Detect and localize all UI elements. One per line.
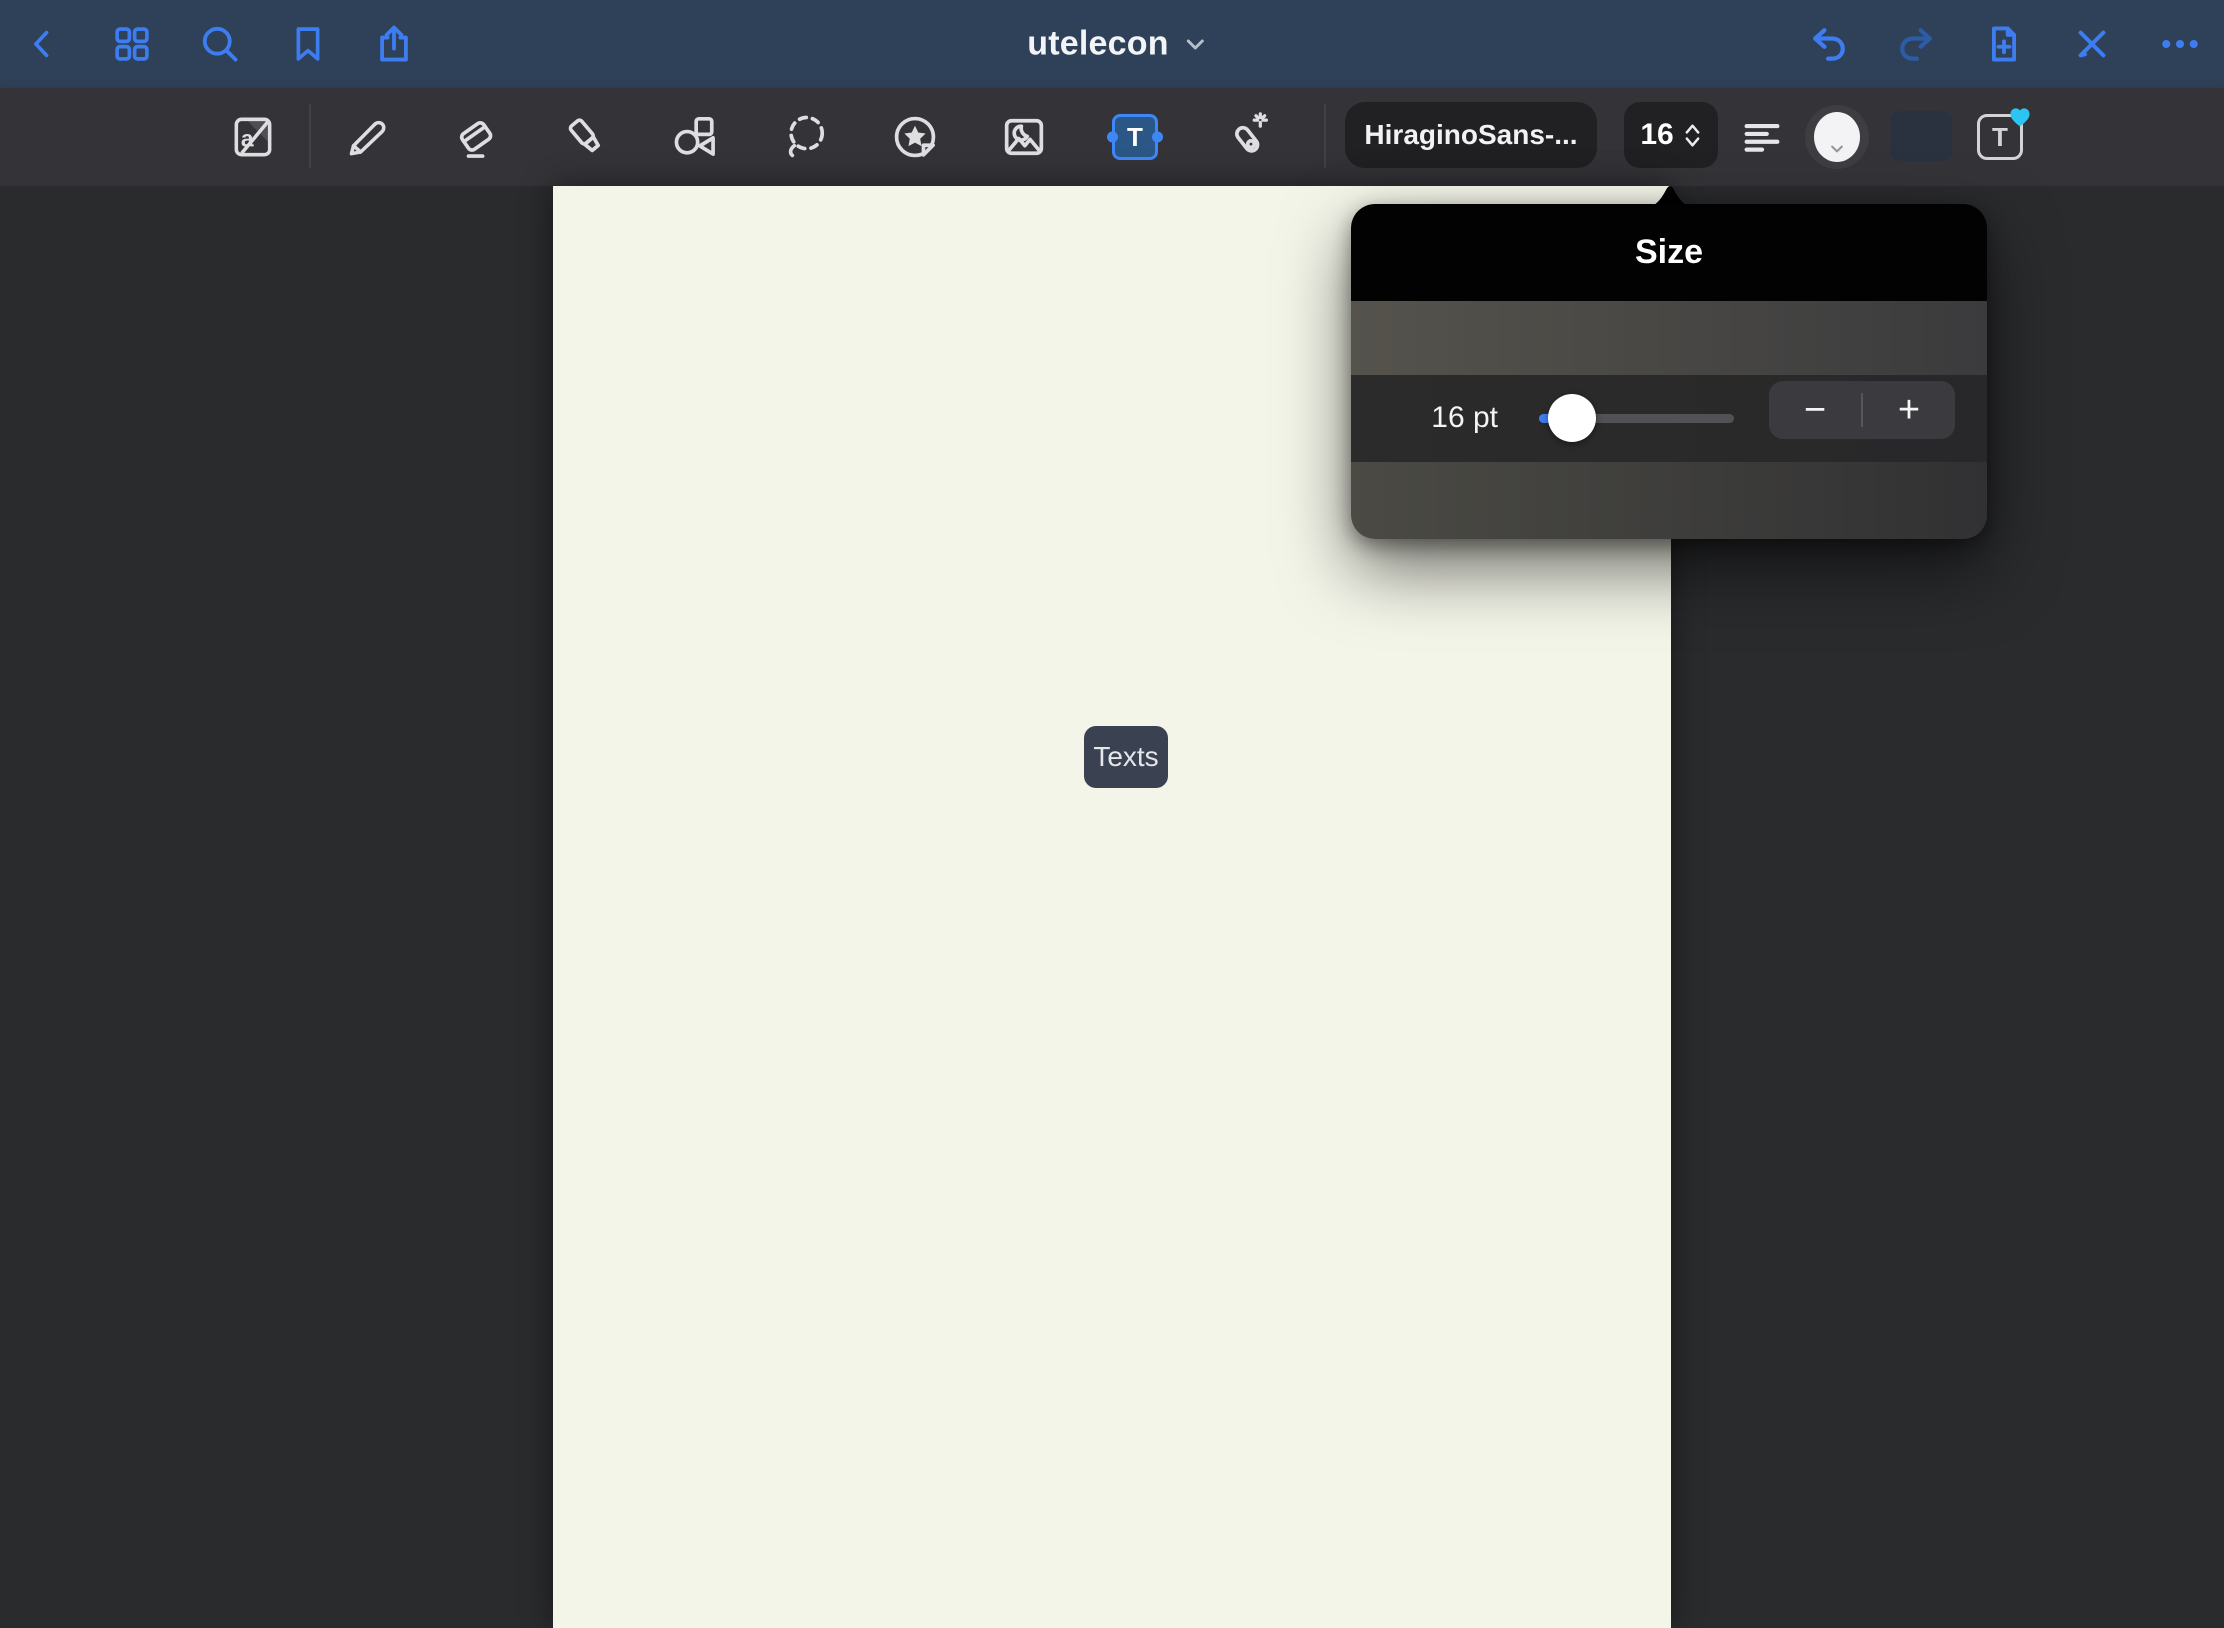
shapes-tool-button[interactable] bbox=[663, 106, 725, 168]
lasso-icon bbox=[780, 111, 832, 163]
size-value-label: 16 pt bbox=[1411, 397, 1498, 439]
search-icon bbox=[198, 22, 242, 66]
bookmarks-button[interactable] bbox=[280, 16, 336, 72]
canvas-area: Texts Size 16 pt − + bbox=[0, 186, 2224, 1628]
laser-pointer-tool-button[interactable] bbox=[1215, 106, 1277, 168]
undo-icon bbox=[1807, 22, 1851, 66]
lasso-tool-button[interactable] bbox=[775, 106, 837, 168]
bookmark-icon bbox=[287, 22, 329, 66]
redo-button[interactable] bbox=[1888, 16, 1944, 72]
chevron-down-icon bbox=[1185, 36, 1207, 52]
tool-toolbar: a T Hi bbox=[0, 88, 2224, 186]
back-button[interactable] bbox=[15, 16, 71, 72]
size-increase-button[interactable]: + bbox=[1863, 381, 1955, 439]
svg-text:a: a bbox=[241, 126, 254, 152]
note-editor-screen: utelecon a bbox=[0, 0, 2224, 1628]
ellipsis-icon bbox=[2158, 22, 2202, 66]
pen-icon bbox=[340, 112, 390, 162]
highlighter-icon bbox=[560, 111, 612, 163]
document-title: utelecon bbox=[1027, 25, 1168, 64]
grid-icon bbox=[111, 23, 153, 65]
stepper-chevrons-icon bbox=[1683, 120, 1702, 151]
add-page-icon bbox=[1982, 21, 2026, 67]
style-glyph: T bbox=[1992, 122, 2008, 153]
back-chevron-icon bbox=[26, 22, 60, 66]
text-object[interactable]: Texts bbox=[1084, 726, 1168, 788]
size-stepper: − + bbox=[1769, 381, 1955, 439]
navbar: utelecon bbox=[0, 0, 2224, 88]
size-popover: Size 16 pt − + bbox=[1351, 204, 1987, 539]
search-button[interactable] bbox=[192, 16, 248, 72]
font-size-value: 16 bbox=[1640, 118, 1673, 152]
pages-overview-button[interactable] bbox=[104, 16, 160, 72]
text-object-label: Texts bbox=[1093, 741, 1158, 773]
selection-handle-left bbox=[1107, 132, 1118, 143]
popover-title: Size bbox=[1635, 233, 1703, 272]
sticker-star-icon bbox=[889, 111, 941, 163]
inactive-style-button[interactable] bbox=[1890, 111, 1952, 161]
font-family-label: HiraginoSans-... bbox=[1364, 119, 1577, 151]
elements-tool-button[interactable] bbox=[884, 106, 946, 168]
font-family-button[interactable]: HiraginoSans-... bbox=[1345, 102, 1597, 168]
image-tool-button[interactable] bbox=[993, 106, 1055, 168]
size-decrease-button[interactable]: − bbox=[1769, 381, 1861, 439]
image-icon bbox=[998, 111, 1050, 163]
eraser-tool-button[interactable] bbox=[444, 106, 506, 168]
redo-icon bbox=[1894, 22, 1938, 66]
highlighter-tool-button[interactable] bbox=[555, 106, 617, 168]
stylus-mode-button[interactable] bbox=[2064, 16, 2120, 72]
toolbar-separator bbox=[309, 104, 311, 168]
toolbar-separator bbox=[1324, 104, 1326, 168]
laser-pointer-icon bbox=[1220, 111, 1272, 163]
selection-handle-right bbox=[1152, 132, 1163, 143]
text-align-button[interactable] bbox=[1733, 108, 1791, 166]
text-color-swatch[interactable] bbox=[1805, 105, 1869, 169]
popover-band-top bbox=[1351, 301, 1987, 375]
size-slider-row: 16 pt − + bbox=[1351, 375, 1987, 462]
stylus-cross-icon bbox=[2071, 23, 2113, 65]
pen-tool-button[interactable] bbox=[334, 106, 396, 168]
text-style-favorites-button[interactable]: T bbox=[1977, 114, 2023, 160]
color-disc bbox=[1814, 112, 1860, 162]
text-tool-glyph: T bbox=[1127, 122, 1143, 153]
more-button[interactable] bbox=[2152, 16, 2208, 72]
share-icon bbox=[372, 21, 416, 67]
heart-icon bbox=[2007, 104, 2033, 130]
reading-mode-button[interactable]: a bbox=[222, 106, 284, 168]
swatch-chevron-icon bbox=[1831, 145, 1843, 153]
add-page-button[interactable] bbox=[1976, 16, 2032, 72]
document-title-button[interactable]: utelecon bbox=[1027, 25, 1206, 64]
share-button[interactable] bbox=[366, 16, 422, 72]
eraser-icon bbox=[449, 111, 501, 163]
shapes-icon bbox=[668, 111, 720, 163]
size-slider-thumb[interactable] bbox=[1548, 394, 1596, 442]
align-left-icon bbox=[1739, 114, 1785, 160]
popover-band-bottom bbox=[1351, 462, 1987, 539]
text-tool-button-active[interactable]: T bbox=[1112, 114, 1158, 160]
reading-mode-icon: a bbox=[228, 112, 278, 162]
font-size-button[interactable]: 16 bbox=[1624, 102, 1718, 168]
undo-button[interactable] bbox=[1801, 16, 1857, 72]
popover-header: Size bbox=[1351, 204, 1987, 301]
